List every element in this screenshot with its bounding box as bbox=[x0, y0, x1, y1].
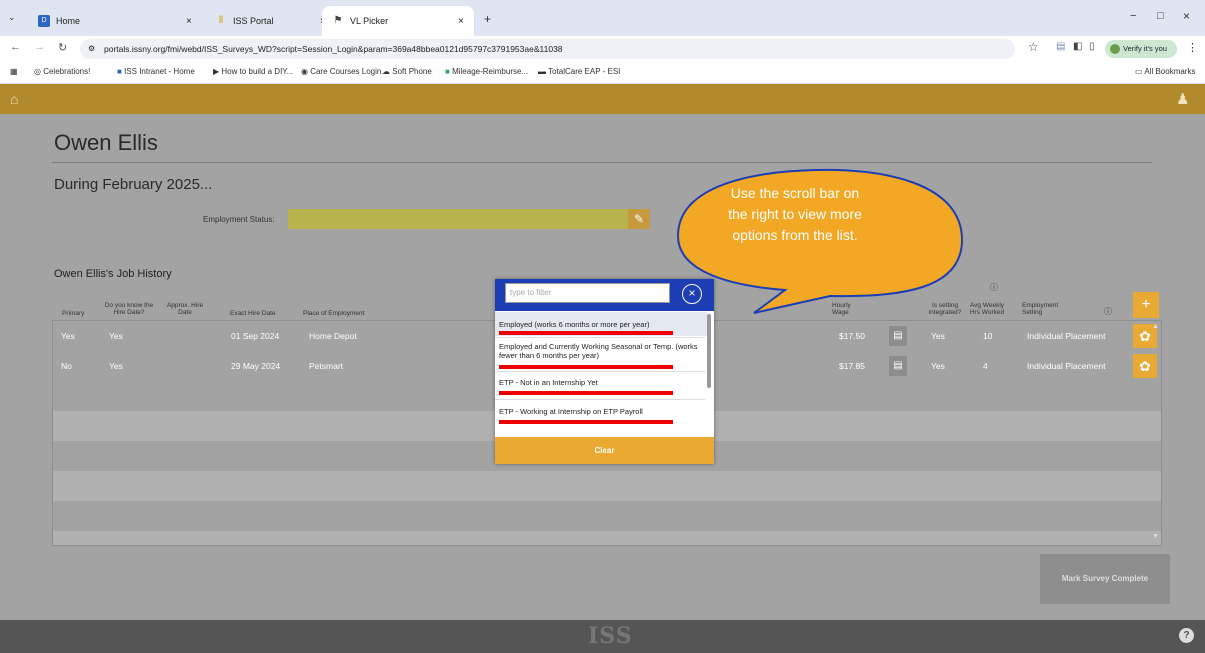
callout-text: Use the scroll bar on the right to view … bbox=[728, 185, 862, 243]
callout-bubble bbox=[676, 168, 964, 314]
app-footer: ISS ? bbox=[0, 620, 1205, 653]
iss-logo: ISS bbox=[588, 623, 633, 649]
help-icon[interactable]: ? bbox=[1179, 628, 1194, 643]
